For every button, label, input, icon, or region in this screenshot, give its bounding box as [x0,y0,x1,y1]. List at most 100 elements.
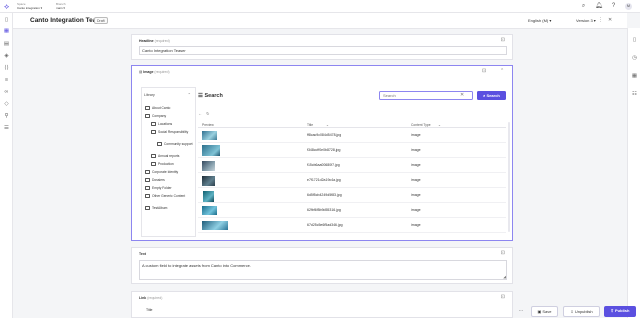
tag-icon[interactable]: ◇ [3,101,10,108]
unpublish-button[interactable]: ⇩ Unpublish [563,306,600,317]
cell-content-type: image [411,178,421,182]
table-row[interactable]: 62fbf6f5b9d55316.jpg image [198,203,506,218]
list-icon[interactable]: ☰ [3,125,10,132]
help-icon[interactable]: ? [610,3,617,10]
table-row[interactable]: f15cb6aa00680f7.jpg image [198,158,506,173]
locale-selector[interactable]: English (M) ▾ [528,18,551,23]
filter-icon[interactable]: ≡ [3,77,10,84]
column-header-preview[interactable]: Preview [202,123,214,127]
tree-item-label: Company [152,114,167,118]
cell-title: f15cb6aa00680f7.jpg [307,163,340,167]
link-icon[interactable]: ∞ [3,89,10,96]
chevron-up-icon[interactable]: ⌃ [188,92,191,97]
field-info-icon[interactable]: ⊡ [501,294,505,300]
image-label: ▨ Image (required) [139,70,170,74]
tree-item-label: Other Generic Content [152,194,186,198]
more-actions-button[interactable]: ··· [515,306,527,317]
space-selector[interactable]: Space Canto integration ▾ [17,2,42,10]
column-header-content-type[interactable]: Content Type [411,123,431,127]
preview-thumbnail [202,161,215,171]
text-textarea[interactable]: A custom field to integrate assets from … [139,260,507,280]
search-button[interactable]: ⌕ Search [477,91,506,100]
history-icon[interactable]: ◷ [631,55,638,62]
save-button-label: Save [542,309,552,314]
tree-item-community-support[interactable]: Community support [157,142,195,146]
table-row[interactable]: 6d5f5cb4249d5f83.jpg image [198,188,506,203]
table-scrollbar[interactable] [508,122,510,232]
preview-thumbnail [202,206,217,215]
document-icon[interactable]: ▤ [3,41,10,48]
tree-item-other-generic-content[interactable]: Other Generic Content [145,194,193,198]
text-field: Text ⊡ A custom field to integrate asset… [131,247,513,284]
field-info-icon[interactable]: ⊡ [482,68,486,74]
table-row[interactable]: e7f1721d2a19c4a.jpg image [198,173,506,188]
folder-icon [145,186,150,190]
sort-icon[interactable]: ⌄ [438,123,441,127]
tree-item-social-responsibility[interactable]: Social Responsibility [151,130,195,134]
preview-thumbnail [202,131,217,140]
field-info-icon[interactable]: ⊡ [501,37,505,43]
tree-item-label: Locations [158,122,173,126]
tree-item-corporate-identity[interactable]: Corporate Identity [145,170,178,174]
code-icon[interactable]: ⟨⟩ [3,65,10,72]
sort-icon[interactable]: ⌄ [326,123,329,127]
content-icon[interactable]: ▦ [3,28,10,35]
tree-item-dossiers[interactable]: Dossiers [145,178,165,182]
left-sidebar: ▯ ▦ ▤ ◈ ⟨⟩ ≡ ∞ ◇ ⚲ ☰ [0,13,13,318]
headline-label-text: Headline [139,39,154,43]
cell-content-type: image [411,223,421,227]
close-icon[interactable]: ✕ [608,17,612,23]
comments-icon[interactable]: ☷ [631,91,638,98]
link-field: Link (required) ⊡ Title [131,291,513,318]
table-row[interactable]: ff8cac9c084d5478.jpg image [198,128,506,143]
cell-content-type: image [411,193,421,197]
table-row[interactable]: f348ccff0e0b8728.jpg image [198,143,506,158]
cell-title: 62fbf6f5b9d55316.jpg [307,208,341,212]
layout-icon[interactable]: ▦ [631,73,638,80]
preview-thumbnail [202,221,228,230]
cell-content-type: image [411,133,421,137]
cell-title: 6d5f5cb4249d5f83.jpg [307,193,342,197]
link-title-label-text: Title [146,308,153,312]
search-icon[interactable]: ⌕ [580,3,587,10]
tree-item-production[interactable]: Production [151,162,174,166]
top-icon-group: ⌕ 🔔︎ ? M [580,3,632,10]
app-logo-icon[interactable]: ⟡ [4,3,12,11]
chevron-up-icon[interactable]: ⌃ [500,68,504,74]
folder-icon [145,106,150,110]
header-actions: ⋮ ✕ [598,17,612,23]
back-arrow-icon[interactable]: ← [198,111,202,116]
table-row[interactable]: 67d25c5e6f5ad346.jpg image [198,218,506,233]
field-info-icon[interactable]: ⊡ [501,250,505,256]
branch-selector[interactable]: Branch main ▾ [56,2,66,10]
publish-button[interactable]: ⇧ Publish [604,306,636,317]
library-panel: Library ⌃ About Canto Company Locations … [141,87,196,237]
sidebar-toggle-icon[interactable]: ▯ [3,17,10,24]
details-icon[interactable]: ▯ [631,37,638,44]
search-input[interactable]: Search [379,91,473,100]
version-selector[interactable]: Version 3 ▾ [576,18,596,23]
tree-item-empty-folder[interactable]: Empty Folder [145,186,172,190]
folder-icon [151,154,156,158]
more-vertical-icon[interactable]: ⋮ [598,17,603,23]
publish-button-label: Publish [615,308,630,313]
search-panel: ☰ Search Search ✕ ⌕ Search ← ↻ Preview T… [198,88,510,238]
tree-item-about-canto[interactable]: About Canto [145,106,170,110]
menu-icon: ☰ [198,93,203,99]
top-bar: ⟡ Space Canto integration ▾ Branch main … [0,0,640,13]
tree-item-testalbum[interactable]: TestAlbum [145,206,167,210]
avatar[interactable]: M [625,3,632,10]
column-header-title[interactable]: Title [307,123,313,127]
tree-item-annual-reports[interactable]: Annual reports [151,154,179,158]
tree-item-company[interactable]: Company [145,114,166,118]
bell-icon[interactable]: 🔔︎ [595,3,603,10]
save-button[interactable]: ▣ Save [531,306,558,317]
resize-handle-icon[interactable]: ◢ [503,275,506,279]
headline-input[interactable]: Canto Integration Teaser [139,46,507,55]
refresh-icon[interactable]: ↻ [206,111,209,116]
tree-item-locations[interactable]: Locations [151,122,172,126]
clear-icon[interactable]: ✕ [460,92,464,98]
webhook-icon[interactable]: ⚲ [3,113,10,120]
layers-icon[interactable]: ◈ [3,53,10,60]
navigation-controls: ← ↻ [198,111,209,116]
